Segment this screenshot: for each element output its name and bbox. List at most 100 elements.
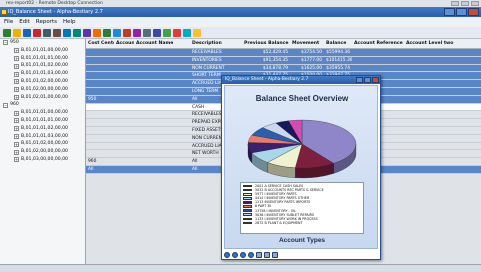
table-row[interactable]: NON CURRENT $34,878.79 $1625.00 $35955.74 — [86, 64, 481, 73]
table-cell — [114, 150, 134, 157]
delete-icon[interactable] — [33, 29, 41, 37]
expand-icon[interactable]: + — [14, 141, 19, 147]
new-icon[interactable] — [3, 29, 11, 37]
table-row[interactable]: INVENTORIES $91,354.35 $1777.00 $101415.36 — [86, 56, 481, 65]
expand-icon[interactable]: + — [14, 149, 19, 155]
menu-edit[interactable]: Edit — [19, 17, 30, 27]
tree-node-account[interactable]: + B,01,01,02,00,00,00 — [0, 78, 85, 86]
minimize-icon[interactable] — [444, 8, 455, 16]
expand-icon[interactable]: + — [14, 87, 19, 93]
tree-node-account[interactable]: + B,01,01,01,00,00,00 — [0, 47, 85, 55]
expand-icon[interactable]: + — [14, 118, 19, 124]
settings-icon[interactable] — [143, 29, 151, 37]
tree-node-label: B,01,01,01,02,00,00 — [21, 63, 68, 69]
expand-icon[interactable]: + — [14, 63, 19, 69]
filter-icon[interactable] — [93, 29, 101, 37]
tree-node-cost-center[interactable]: −960 — [0, 101, 85, 109]
table-cell — [86, 135, 114, 142]
expand-icon[interactable]: + — [14, 55, 19, 61]
expand-icon[interactable]: + — [14, 133, 19, 139]
sort-icon[interactable] — [103, 29, 111, 37]
header-movement[interactable]: Movement — [290, 39, 324, 48]
close-icon[interactable] — [372, 77, 379, 83]
last-page-icon[interactable] — [248, 252, 254, 258]
expand-icon[interactable]: + — [14, 79, 19, 85]
close-icon[interactable] — [468, 8, 479, 16]
open-icon[interactable] — [13, 29, 21, 37]
tree-node-account[interactable]: + B,01,03,00,00,00,00 — [0, 156, 85, 164]
expand-icon[interactable]: + — [14, 157, 19, 163]
copy-icon[interactable] — [63, 29, 71, 37]
print-icon[interactable] — [43, 29, 51, 37]
table-cell — [114, 80, 134, 87]
refresh-icon[interactable] — [113, 29, 121, 37]
tree-node-account[interactable]: + B,01,01,02,00,00,00 — [0, 140, 85, 148]
expand-icon[interactable]: + — [14, 110, 19, 116]
table-cell — [114, 111, 134, 118]
table-cell — [352, 49, 404, 56]
collapse-icon[interactable]: − — [3, 102, 8, 108]
minimize-icon[interactable] — [451, 1, 459, 6]
table-row[interactable]: RECEIVABLES $52,429.45 $3754.50 $55994.36 — [86, 49, 481, 57]
preview-icon[interactable] — [53, 29, 61, 37]
tree-node-account[interactable]: + B,01,02,00,00,00,00 — [0, 86, 85, 94]
tree-node-account[interactable]: + B,01,01,01,03,00,00 — [0, 133, 85, 141]
collapse-icon[interactable]: − — [3, 40, 8, 46]
header-account-level-two[interactable]: Account Level two — [404, 39, 481, 48]
header-account-reference[interactable]: Account Reference — [352, 39, 404, 48]
maximize-icon[interactable] — [461, 1, 469, 6]
zoom-icon[interactable] — [272, 252, 278, 258]
help-icon[interactable] — [193, 29, 201, 37]
tree-node-account[interactable]: + B,01,01,01,02,00,00 — [0, 62, 85, 70]
expand-icon[interactable]: + — [14, 48, 19, 54]
tree-node-account[interactable]: + B,01,01,01,00,00,00 — [0, 109, 85, 117]
report-icon[interactable] — [183, 29, 191, 37]
table-cell — [134, 88, 190, 95]
tree-node-account[interactable]: + B,01,01,01,02,00,00 — [0, 125, 85, 133]
legend-swatch — [243, 217, 252, 221]
expand-icon[interactable]: + — [14, 94, 19, 100]
tree-node-label: B,01,02,00,00,00,00 — [21, 86, 68, 92]
tree-node-account[interactable]: + B,01,01,01,01,00,00 — [0, 117, 85, 125]
paste-icon[interactable] — [73, 29, 81, 37]
expand-icon[interactable] — [163, 29, 171, 37]
menu-help[interactable]: Help — [63, 17, 76, 27]
chart-icon[interactable] — [123, 29, 131, 37]
table-cell: INVENTORIES — [192, 57, 222, 63]
header-account[interactable]: Account — [114, 39, 134, 48]
tree-node-label: B,01,01,01,00,00,00 — [21, 47, 68, 53]
legend-label: 2872 B PLANT & EQUIPMENT — [255, 220, 303, 225]
table-cell — [134, 49, 190, 56]
header-balance[interactable]: Balance — [324, 39, 352, 48]
header-description[interactable]: Description — [190, 39, 242, 48]
header-account-name[interactable]: Account Name — [134, 39, 190, 48]
find-icon[interactable] — [83, 29, 91, 37]
tree-node-cost-center[interactable]: −950 — [0, 39, 85, 47]
expand-icon[interactable]: + — [14, 71, 19, 77]
next-page-icon[interactable] — [240, 252, 246, 258]
maximize-icon[interactable] — [364, 77, 371, 83]
menu-reports[interactable]: Reports — [36, 17, 57, 27]
minimize-icon[interactable] — [356, 77, 363, 83]
expand-icon[interactable]: + — [14, 126, 19, 132]
tree-node-account[interactable]: + B,01,01,01,01,00,00 — [0, 55, 85, 63]
header-cost-center[interactable]: Cost Center — [86, 39, 114, 48]
tree-node-account[interactable]: + B,01,01,01,03,00,00 — [0, 70, 85, 78]
table-cell — [114, 72, 134, 79]
grid-icon[interactable] — [153, 29, 161, 37]
first-page-icon[interactable] — [224, 252, 230, 258]
chart-legend: 2001 A SERVICE CASH SALES 5032 B ACCOUNTS… — [240, 182, 364, 234]
app-title: IQ_Balance Sheet - Alpha-Bestiary 2.7 — [8, 9, 103, 15]
print-icon[interactable] — [256, 252, 262, 258]
save-icon[interactable] — [23, 29, 31, 37]
menu-file[interactable]: File — [4, 17, 13, 27]
collapse-icon[interactable] — [173, 29, 181, 37]
maximize-icon[interactable] — [456, 8, 467, 16]
tree-node-account[interactable]: + B,01,02,01,00,00,00 — [0, 94, 85, 102]
prev-page-icon[interactable] — [232, 252, 238, 258]
header-previous-balance[interactable]: Previous Balance — [242, 39, 290, 48]
export-icon[interactable] — [133, 29, 141, 37]
close-icon[interactable] — [471, 1, 479, 6]
export-icon[interactable] — [264, 252, 270, 258]
tree-node-account[interactable]: + B,01,02,00,00,00,00 — [0, 148, 85, 156]
